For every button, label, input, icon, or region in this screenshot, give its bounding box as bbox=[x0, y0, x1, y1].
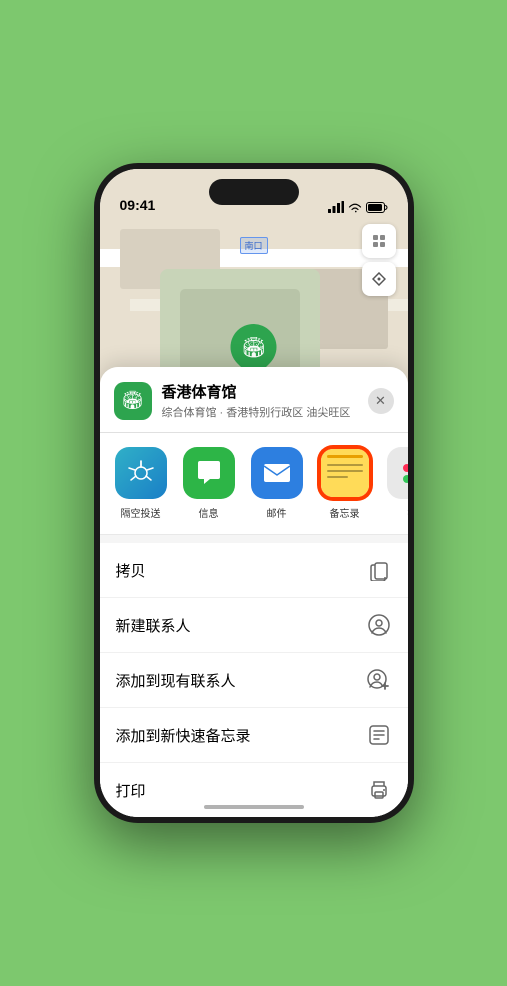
action-copy-label: 拷贝 bbox=[116, 560, 146, 581]
status-icons bbox=[328, 201, 388, 213]
add-existing-icon bbox=[366, 667, 392, 693]
share-row: 隔空投送 信息 bbox=[100, 433, 408, 535]
map-north-label: 南口 bbox=[239, 237, 267, 254]
messages-icon bbox=[183, 447, 235, 499]
notes-line-3 bbox=[327, 476, 349, 478]
home-indicator bbox=[204, 805, 304, 809]
airdrop-icon bbox=[115, 447, 167, 499]
map-pin-venue-icon: 🏟 bbox=[241, 335, 266, 360]
action-add-existing-label: 添加到现有联系人 bbox=[116, 670, 236, 691]
notes-lines bbox=[327, 464, 363, 478]
phone-frame: 09:41 bbox=[94, 163, 414, 823]
map-controls bbox=[362, 224, 396, 300]
notes-line-1 bbox=[327, 464, 363, 466]
print-icon bbox=[366, 777, 392, 803]
action-new-contact-label: 新建联系人 bbox=[116, 615, 191, 636]
notes-label: 备忘录 bbox=[330, 505, 360, 520]
share-item-messages[interactable]: 信息 bbox=[180, 447, 238, 520]
venue-name: 香港体育馆 bbox=[162, 381, 358, 402]
more-icon bbox=[387, 447, 408, 499]
dynamic-island bbox=[209, 179, 299, 205]
map-location-button[interactable] bbox=[362, 262, 396, 296]
venue-icon: 🏟 bbox=[114, 382, 152, 420]
battery-icon bbox=[366, 202, 388, 213]
quick-note-icon bbox=[366, 722, 392, 748]
status-time: 09:41 bbox=[120, 197, 156, 213]
action-copy[interactable]: 拷贝 bbox=[100, 543, 408, 598]
close-icon: ✕ bbox=[375, 393, 386, 409]
phone-screen: 09:41 bbox=[100, 169, 408, 817]
share-item-airdrop[interactable]: 隔空投送 bbox=[112, 447, 170, 520]
share-item-mail[interactable]: 邮件 bbox=[248, 447, 306, 520]
venue-header: 🏟 香港体育馆 综合体育馆 · 香港特别行政区 油尖旺区 ✕ bbox=[100, 367, 408, 433]
copy-icon bbox=[366, 557, 392, 583]
notes-line-2 bbox=[327, 470, 363, 472]
signal-icon bbox=[328, 201, 344, 213]
mail-label: 邮件 bbox=[267, 505, 287, 520]
venue-close-button[interactable]: ✕ bbox=[368, 388, 394, 414]
action-new-contact[interactable]: 新建联系人 bbox=[100, 598, 408, 653]
new-contact-icon bbox=[366, 612, 392, 638]
share-item-notes[interactable]: 备忘录 bbox=[316, 447, 374, 520]
action-list: 拷贝 新建联系人 bbox=[100, 543, 408, 817]
action-quick-note-label: 添加到新快速备忘录 bbox=[116, 725, 251, 746]
share-item-more[interactable]: 提 bbox=[384, 447, 408, 520]
notes-inner bbox=[321, 449, 369, 497]
mail-icon bbox=[251, 447, 303, 499]
venue-subtitle: 综合体育馆 · 香港特别行政区 油尖旺区 bbox=[162, 404, 358, 420]
notes-icon bbox=[319, 447, 371, 499]
action-print-label: 打印 bbox=[116, 780, 146, 801]
wifi-icon bbox=[348, 202, 362, 213]
action-add-existing[interactable]: 添加到现有联系人 bbox=[100, 653, 408, 708]
bottom-sheet: 🏟 香港体育馆 综合体育馆 · 香港特别行政区 油尖旺区 ✕ bbox=[100, 367, 408, 817]
map-layers-button[interactable] bbox=[362, 224, 396, 258]
action-quick-note[interactable]: 添加到新快速备忘录 bbox=[100, 708, 408, 763]
airdrop-label: 隔空投送 bbox=[121, 505, 161, 520]
venue-info: 香港体育馆 综合体育馆 · 香港特别行政区 油尖旺区 bbox=[162, 381, 358, 420]
messages-label: 信息 bbox=[199, 505, 219, 520]
